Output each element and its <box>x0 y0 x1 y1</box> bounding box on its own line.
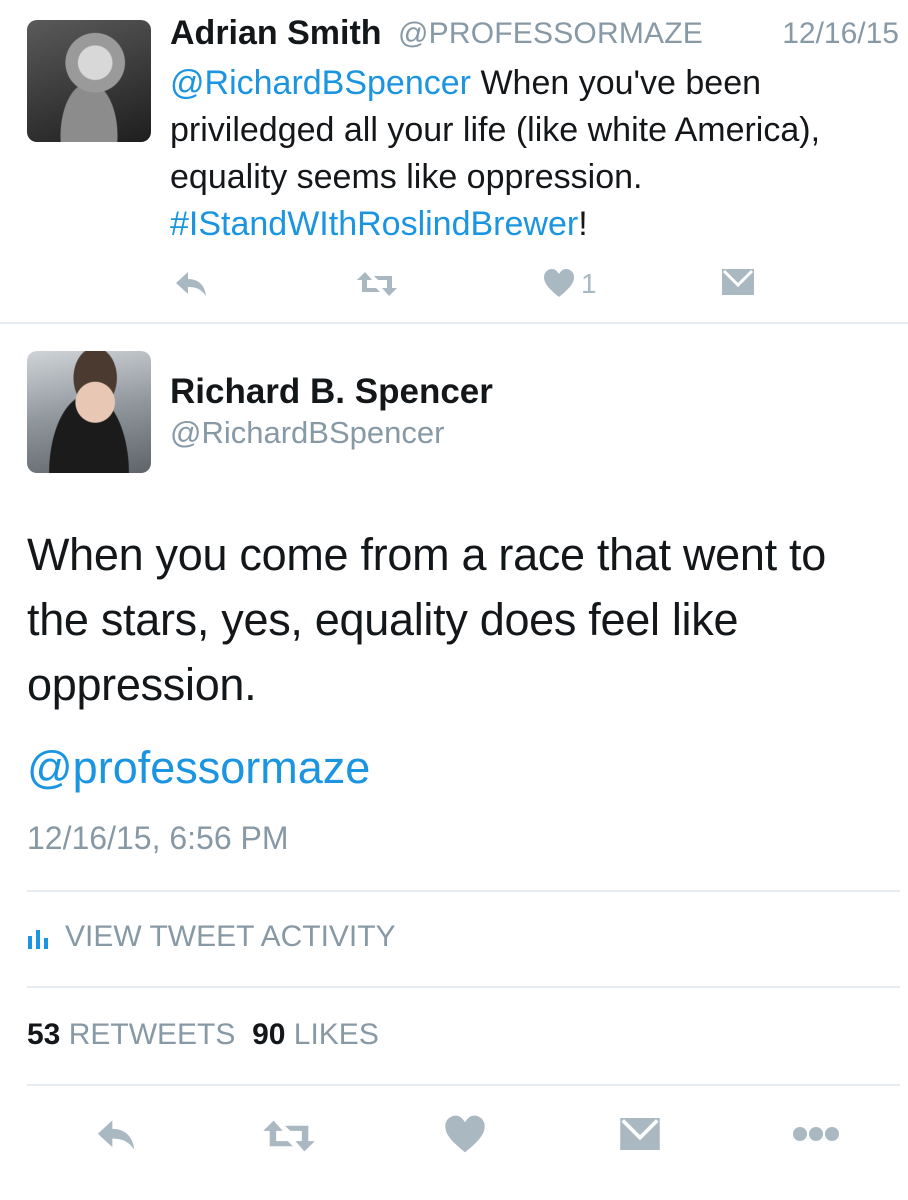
like-count: 90 <box>252 1018 286 1051</box>
retweets-stat[interactable]: 53 RETWEETS <box>27 1018 235 1051</box>
hashtag-link[interactable]: #IStandWIthRoslindBrewer <box>170 205 578 243</box>
mention-link[interactable]: @RichardBSpencer <box>170 64 471 102</box>
author-handle[interactable]: @RichardBSpencer <box>170 415 444 451</box>
tweet-end: ! <box>578 205 588 243</box>
mention-link[interactable]: @professormaze <box>27 742 370 794</box>
direct-message-icon[interactable] <box>619 1114 661 1154</box>
reply-icon[interactable] <box>174 270 208 298</box>
retweet-label: RETWEETS <box>68 1018 236 1051</box>
like-count: 1 <box>581 268 597 299</box>
like-label: LIKES <box>293 1018 379 1051</box>
tweet-text: @RichardBSpencer When you've been privil… <box>170 60 890 248</box>
direct-message-icon[interactable] <box>721 267 755 297</box>
bar-chart-icon <box>27 926 51 950</box>
retweet-icon[interactable] <box>262 1118 316 1154</box>
divider <box>0 322 908 324</box>
author-name[interactable]: Richard B. Spencer <box>170 372 493 412</box>
divider <box>27 1084 900 1086</box>
tweet-timestamp: 12/16/15, 6:56 PM <box>27 820 289 856</box>
likes-stat[interactable]: 90 LIKES <box>252 1018 379 1051</box>
avatar[interactable] <box>27 20 151 142</box>
heart-icon[interactable] <box>543 268 575 298</box>
author-name[interactable]: Adrian Smith <box>170 14 382 53</box>
engagement-stats: 53 RETWEETS 90 LIKES <box>27 1018 379 1052</box>
reply-icon[interactable] <box>94 1118 138 1152</box>
view-tweet-activity-button[interactable]: VIEW TWEET ACTIVITY <box>27 920 396 954</box>
avatar[interactable] <box>27 351 151 473</box>
heart-icon[interactable] <box>444 1114 486 1154</box>
more-icon[interactable] <box>792 1126 840 1142</box>
tweet-date: 12/16/15 <box>782 17 899 50</box>
divider <box>27 986 900 988</box>
tweet-text: When you come from a race that went to t… <box>27 529 826 710</box>
retweet-count: 53 <box>27 1018 61 1051</box>
divider <box>27 890 900 892</box>
activity-label: VIEW TWEET ACTIVITY <box>65 920 396 953</box>
retweet-icon[interactable] <box>356 270 398 298</box>
author-handle[interactable]: @PROFESSORMAZE <box>398 17 703 51</box>
